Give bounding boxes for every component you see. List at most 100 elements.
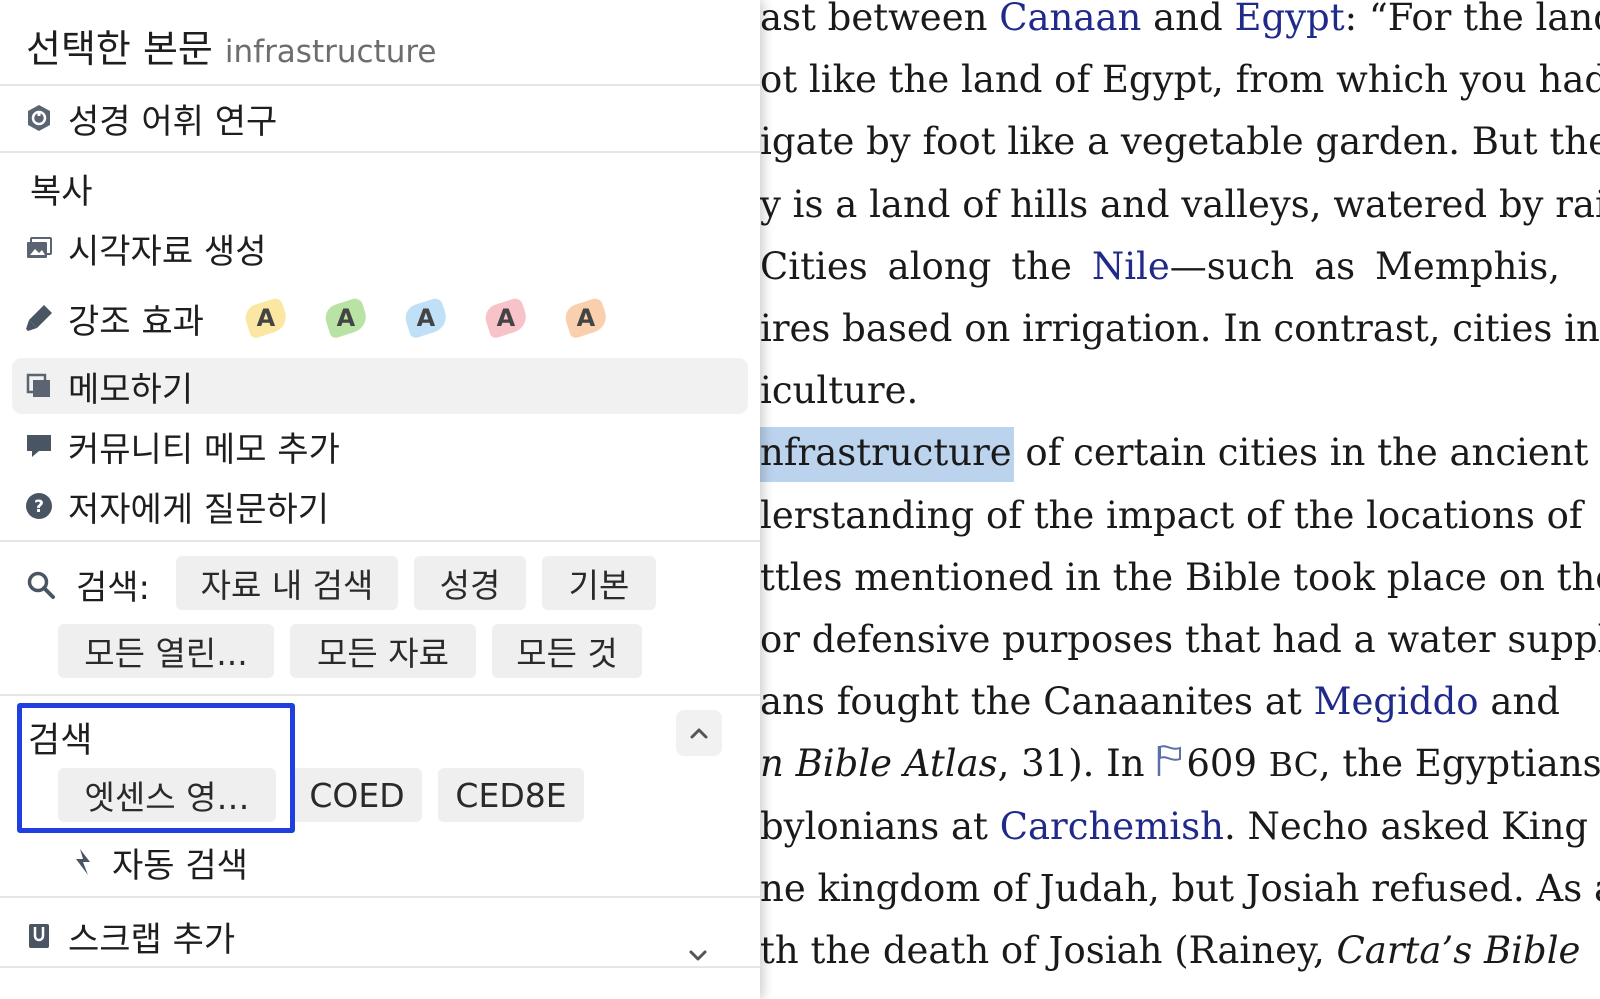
collapse-lookup-button[interactable] bbox=[676, 710, 722, 756]
selected-word[interactable]: nfrastructure bbox=[760, 427, 1014, 483]
body-text: bylonians at bbox=[760, 804, 1000, 848]
selected-text: infrastructure bbox=[224, 34, 437, 70]
search-bible-button[interactable]: 성경 bbox=[414, 556, 526, 610]
reader-line: ans fought the Canaanites at Megiddo and bbox=[760, 670, 1560, 734]
reader-line: n Bible Atlas, 31). In 609 BC, the Egypt… bbox=[760, 732, 1600, 796]
swatch-letter: A bbox=[256, 304, 276, 332]
word-study-label: 성경 어휘 연구 bbox=[68, 101, 278, 142]
reference-link[interactable]: Egypt bbox=[1234, 0, 1344, 39]
highlight-swatch-1[interactable]: A bbox=[241, 296, 290, 340]
search-label: 검색: bbox=[76, 567, 151, 608]
search-all-open-button[interactable]: 모든 열린... bbox=[58, 624, 274, 678]
search-row-label: 검색: bbox=[26, 556, 150, 612]
auto-lookup-label: 자동 검색 bbox=[112, 845, 248, 886]
body-text: 609 bbox=[1186, 742, 1269, 786]
chevron-down-icon bbox=[689, 950, 707, 961]
body-text: iculture. bbox=[760, 369, 919, 413]
word-study-item[interactable]: 성경 어휘 연구 bbox=[12, 90, 748, 146]
highlight-swatch-4[interactable]: A bbox=[481, 296, 530, 340]
note-icon bbox=[24, 371, 54, 401]
word-study-icon bbox=[24, 103, 54, 133]
chevron-up-icon bbox=[690, 728, 708, 739]
divider bbox=[0, 151, 760, 153]
body-text: : “For the land bbox=[1344, 0, 1600, 39]
add-scrap-label: 스크랩 추가 bbox=[68, 919, 236, 960]
body-text: ires based on irrigation. In contrast, c… bbox=[760, 307, 1600, 350]
body-text: of certain cities in the ancient bbox=[1013, 431, 1589, 475]
community-note-item[interactable]: 커뮤니티 메모 추가 bbox=[12, 418, 748, 474]
italic-text: Carta’s Bible bbox=[1336, 929, 1581, 972]
auto-lookup-item[interactable]: 자동 검색 bbox=[56, 834, 456, 890]
highlight-swatch-3[interactable]: A bbox=[401, 296, 450, 340]
divider bbox=[0, 84, 760, 86]
body-text: or defensive purposes that had a water s… bbox=[760, 618, 1600, 661]
search-in-resource-button[interactable]: 자료 내 검색 bbox=[176, 556, 398, 610]
search-all-resources-button[interactable]: 모든 자료 bbox=[290, 624, 476, 678]
swatch-letter: A bbox=[496, 304, 516, 332]
reader-line: lerstanding of the impact of the locatio… bbox=[760, 484, 1583, 548]
visual-copy-item[interactable]: 시각자료 생성 bbox=[12, 220, 748, 276]
reader-line: iculture. bbox=[760, 359, 1560, 423]
reader-line: ne kingdom of Judah, but Josiah refused.… bbox=[760, 857, 1600, 921]
highlight-item: 강조 효과 A A A A A bbox=[12, 290, 748, 346]
divider bbox=[0, 896, 760, 898]
body-text: Cities along the bbox=[760, 244, 1092, 288]
body-text: igate by foot like a vegetable garden. B… bbox=[760, 120, 1600, 164]
highlight-swatch-5[interactable]: A bbox=[561, 296, 610, 340]
italic-text: n Bible Atlas bbox=[760, 742, 998, 786]
flag-icon[interactable] bbox=[1156, 734, 1182, 777]
reference-link[interactable]: Nile bbox=[1092, 245, 1170, 288]
image-icon bbox=[24, 233, 54, 263]
question-icon: ? bbox=[24, 491, 54, 521]
small-caps-text: BC bbox=[1268, 745, 1319, 785]
search-everything-button[interactable]: 모든 것 bbox=[492, 624, 642, 678]
reader-line: ast between Canaan and Egypt: “For the l… bbox=[760, 0, 1600, 50]
clip-icon bbox=[24, 921, 54, 951]
lookup-coed-button[interactable]: COED bbox=[292, 768, 422, 822]
ask-author-item[interactable]: ? 저자에게 질문하기 bbox=[12, 478, 748, 534]
reader-line: or defensive purposes that had a water s… bbox=[760, 608, 1600, 672]
add-scrap-item[interactable]: 스크랩 추가 bbox=[12, 908, 748, 964]
reader-line: ot like the land of Egypt, from which yo… bbox=[760, 48, 1600, 112]
expand-scrap-button[interactable] bbox=[680, 938, 716, 974]
body-text: and bbox=[1141, 0, 1235, 39]
selection-context-menu: 선택한 본문 infrastructure 성경 어휘 연구 복사 시각자료 생… bbox=[0, 0, 760, 999]
svg-text:?: ? bbox=[34, 497, 44, 517]
reference-link[interactable]: Carchemish bbox=[1000, 805, 1224, 848]
divider bbox=[0, 966, 760, 968]
reference-link[interactable]: Megiddo bbox=[1314, 680, 1479, 723]
body-text: ot like the land of Egypt, from which yo… bbox=[760, 58, 1600, 102]
divider bbox=[0, 540, 760, 542]
take-note-item[interactable]: 메모하기 bbox=[12, 358, 748, 414]
copy-item[interactable]: 복사 bbox=[12, 160, 748, 216]
highlight-label: 강조 효과 bbox=[68, 301, 204, 342]
copy-label: 복사 bbox=[30, 171, 93, 212]
body-text: th the death of Josiah (Rainey, bbox=[760, 929, 1337, 972]
body-text: ans fought the Canaanites at bbox=[760, 680, 1314, 724]
body-text: and bbox=[1478, 680, 1560, 724]
search-basic-button[interactable]: 기본 bbox=[542, 556, 656, 610]
swatch-letter: A bbox=[416, 304, 436, 332]
reader-line: nfrastructure of certain cities in the a… bbox=[760, 421, 1589, 485]
reader-line: bylonians at Carchemish. Necho asked Kin… bbox=[760, 795, 1588, 859]
reader-line: th the death of Josiah (Rainey, Carta’s … bbox=[760, 919, 1580, 983]
divider bbox=[0, 694, 760, 696]
lightning-icon bbox=[68, 847, 98, 877]
reader-line: Cities along the Nile—such as Memphis, bbox=[760, 235, 1560, 299]
body-text: . Necho asked King bbox=[1223, 804, 1589, 848]
body-text: ttles mentioned in the Bible took place … bbox=[760, 555, 1600, 599]
body-text: lerstanding of the impact of the locatio… bbox=[760, 493, 1583, 537]
body-text: —such as Memphis, bbox=[1169, 244, 1561, 288]
body-text: ne kingdom of Judah, but Josiah refused.… bbox=[760, 866, 1600, 910]
lookup-ced8e-button[interactable]: CED8E bbox=[438, 768, 584, 822]
reference-link[interactable]: Canaan bbox=[999, 0, 1141, 39]
body-text: , the Egyptians, bbox=[1318, 742, 1600, 786]
body-text: y is a land of hills and valleys, watere… bbox=[760, 182, 1600, 226]
swatch-letter: A bbox=[576, 304, 596, 332]
body-text: ast between bbox=[760, 0, 1000, 39]
highlight-swatch-2[interactable]: A bbox=[321, 296, 370, 340]
menu-header: 선택한 본문 infrastructure bbox=[26, 18, 437, 72]
reader-line: ires based on irrigation. In contrast, c… bbox=[760, 297, 1600, 361]
reader-line: y is a land of hills and valleys, watere… bbox=[760, 173, 1600, 237]
take-note-label: 메모하기 bbox=[68, 369, 194, 410]
